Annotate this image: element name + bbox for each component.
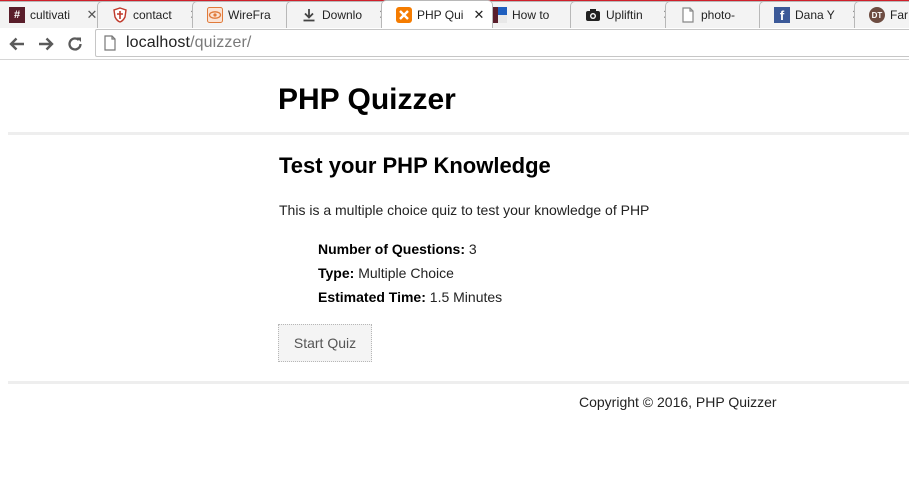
tab-title: Downlo bbox=[322, 8, 363, 22]
info-value: 1.5 Minutes bbox=[425, 289, 503, 305]
url-path: /quizzer/ bbox=[190, 34, 252, 51]
dt-icon: DT bbox=[869, 7, 885, 23]
facebook-icon: f bbox=[774, 7, 790, 23]
info-questions: Number of Questions: 3 bbox=[318, 240, 502, 264]
url-host: localhost bbox=[126, 34, 191, 51]
footer-divider bbox=[8, 381, 909, 384]
tab-title: WireFra bbox=[228, 8, 271, 22]
camera-icon bbox=[585, 7, 601, 23]
address-bar[interactable]: localhost/quizzer/ bbox=[95, 29, 909, 57]
tab-title: Dana Y bbox=[795, 8, 835, 22]
forward-button[interactable] bbox=[34, 32, 58, 56]
tab-title: How to bbox=[512, 8, 550, 22]
tab-title: cultivati bbox=[30, 8, 71, 22]
info-type: Type: Multiple Choice bbox=[318, 264, 502, 288]
hash-icon: # bbox=[9, 7, 25, 23]
tab-title: PHP Qui bbox=[417, 7, 464, 22]
page-icon bbox=[680, 7, 696, 23]
eye-icon bbox=[207, 7, 223, 23]
page-content: PHP Quizzer Test your PHP Knowledge This… bbox=[0, 61, 909, 480]
intro-text: This is a multiple choice quiz to test y… bbox=[279, 202, 650, 218]
tab-php-quizzer[interactable]: PHP Qui ✕ bbox=[381, 0, 493, 28]
site-title: PHP Quizzer bbox=[278, 83, 456, 116]
start-quiz-button[interactable]: Start Quiz bbox=[278, 324, 372, 362]
tab-strip: # cultivati ✕ contact ✕ WireFra ✕ Downlo… bbox=[0, 0, 909, 28]
blog-icon bbox=[491, 7, 507, 23]
info-label: Number of Questions: bbox=[318, 241, 466, 257]
quiz-info-list: Number of Questions: 3 Type: Multiple Ch… bbox=[318, 240, 502, 312]
info-label: Estimated Time: bbox=[318, 289, 426, 305]
tab-far[interactable]: DT Far bbox=[854, 1, 909, 28]
url-text: localhost/quizzer/ bbox=[126, 34, 251, 52]
arrow-right-icon bbox=[39, 37, 54, 51]
tab-title: contact bbox=[133, 8, 172, 22]
tab-title: photo- bbox=[701, 8, 736, 22]
tab-title: Far bbox=[890, 8, 908, 22]
header-divider bbox=[8, 132, 909, 135]
footer-copyright: Copyright © 2016, PHP Quizzer bbox=[579, 394, 777, 410]
page-icon bbox=[104, 35, 116, 51]
info-value: 3 bbox=[465, 241, 477, 257]
xampp-icon bbox=[396, 6, 412, 23]
info-time: Estimated Time: 1.5 Minutes bbox=[318, 288, 502, 312]
shield-icon bbox=[112, 7, 128, 23]
arrow-left-icon bbox=[9, 37, 24, 51]
page-heading: Test your PHP Knowledge bbox=[279, 153, 551, 178]
info-label: Type: bbox=[318, 265, 355, 281]
info-value: Multiple Choice bbox=[354, 265, 454, 281]
browser-toolbar: localhost/quizzer/ bbox=[0, 28, 909, 60]
close-icon[interactable]: ✕ bbox=[472, 7, 486, 22]
tab-title: Upliftin bbox=[606, 8, 643, 22]
download-icon bbox=[301, 7, 317, 23]
tab-cultivati[interactable]: # cultivati ✕ bbox=[0, 1, 106, 28]
reload-icon bbox=[68, 37, 82, 51]
reload-button[interactable] bbox=[63, 32, 87, 56]
back-button[interactable] bbox=[5, 32, 29, 56]
